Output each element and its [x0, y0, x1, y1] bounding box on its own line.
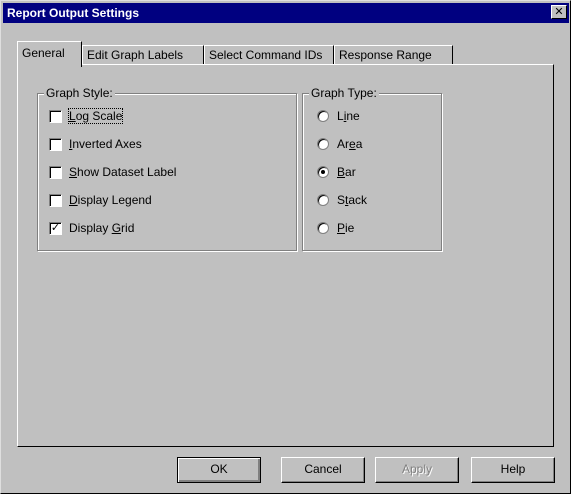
help-button[interactable]: Help	[471, 457, 555, 483]
show-dataset-label-label: Show Dataset Label	[69, 165, 177, 179]
tab-select-command-ids[interactable]: Select Command IDs	[204, 45, 334, 65]
tab-label: Edit Graph Labels	[87, 48, 184, 62]
general-tab-panel: Graph Style: Log Scale Inverted Axes Sho…	[17, 64, 554, 447]
stack-label: Stack	[337, 193, 368, 207]
checkbox-box[interactable]	[49, 194, 62, 207]
apply-button[interactable]: Apply	[375, 457, 459, 483]
title-bar[interactable]: Report Output Settings ✕	[3, 3, 569, 23]
dialog-window: Report Output Settings ✕ General Edit Gr…	[0, 0, 571, 494]
radio-circle[interactable]	[317, 138, 329, 150]
radio-circle[interactable]	[317, 110, 329, 122]
graph-type-group: Graph Type: Line Area Bar Stack Pie	[302, 86, 442, 251]
log-scale-label: Log Scale	[67, 108, 124, 124]
tab-edit-graph-labels[interactable]: Edit Graph Labels	[82, 45, 204, 65]
line-label: Line	[337, 109, 360, 123]
checkbox-box[interactable]	[49, 166, 62, 179]
checkbox-box[interactable]	[49, 138, 62, 151]
display-legend-label: Display Legend	[69, 193, 152, 207]
tab-label: Select Command IDs	[209, 48, 323, 62]
tab-response-range[interactable]: Response Range	[334, 45, 453, 65]
checkmark-icon[interactable]: ✓	[49, 222, 62, 235]
ok-button[interactable]: OK	[177, 457, 261, 483]
radio-circle[interactable]	[317, 194, 329, 206]
area-label: Area	[337, 137, 363, 151]
cancel-button[interactable]: Cancel	[281, 457, 365, 483]
close-icon[interactable]: ✕	[551, 5, 567, 19]
radio-dot-icon	[321, 170, 325, 174]
display-grid-label: Display Grid	[69, 221, 135, 235]
bar-label: Bar	[337, 165, 356, 179]
radio-circle-selected[interactable]	[317, 166, 329, 178]
window-title: Report Output Settings	[7, 6, 139, 20]
pie-label: Pie	[337, 221, 355, 235]
tab-label: General	[22, 46, 65, 60]
tab-general[interactable]: General	[17, 41, 82, 67]
checkbox-box[interactable]	[49, 110, 62, 123]
graph-style-title: Graph Style:	[44, 86, 115, 100]
graph-style-group: Graph Style: Log Scale Inverted Axes Sho…	[37, 86, 297, 251]
inverted-axes-label: Inverted Axes	[69, 137, 142, 151]
radio-circle[interactable]	[317, 222, 329, 234]
tab-label: Response Range	[339, 48, 432, 62]
graph-type-title: Graph Type:	[309, 86, 379, 100]
